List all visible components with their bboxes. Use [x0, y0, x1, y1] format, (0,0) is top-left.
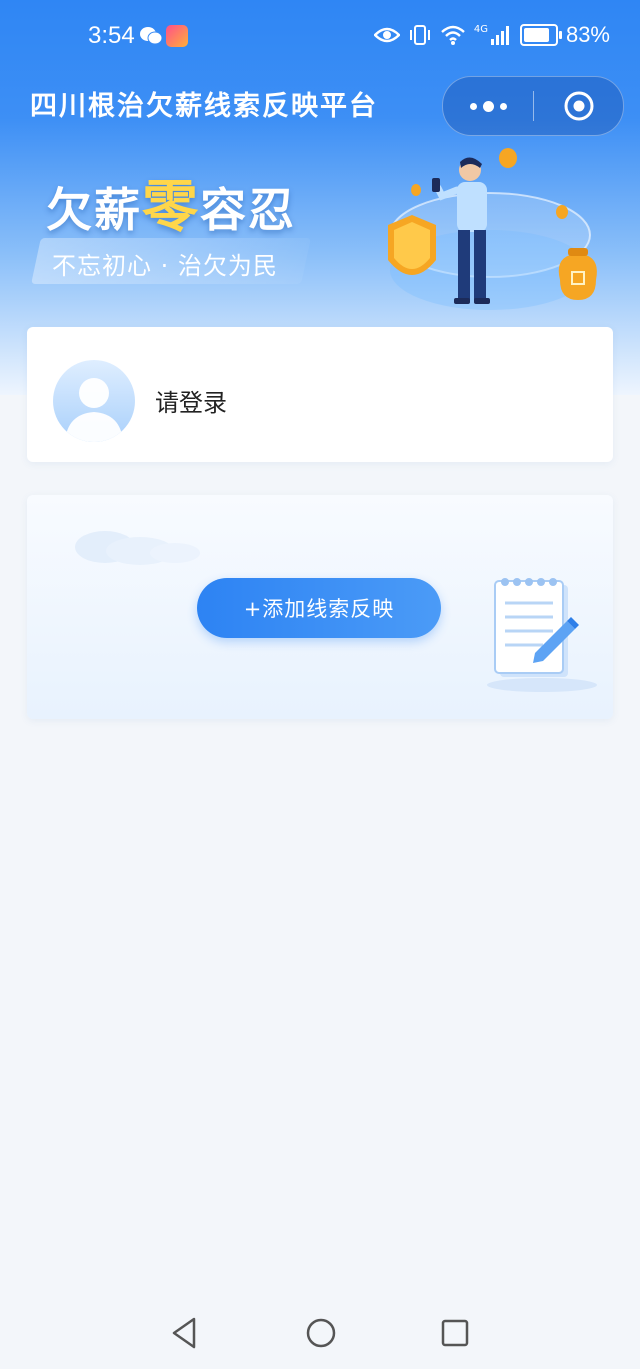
capsule-divider: [533, 91, 534, 121]
miniprogram-close-icon[interactable]: [563, 90, 595, 122]
signal-icon: [490, 26, 509, 45]
status-time: 3:54: [88, 22, 135, 49]
more-dot-right: [499, 102, 507, 110]
app-notification-icon: [166, 25, 188, 47]
recents-square-icon[interactable]: [440, 1316, 470, 1350]
add-clue-button[interactable]: +添加线索反映: [197, 578, 441, 638]
banner-title: 欠薪零容忍: [46, 162, 296, 243]
network-type: 4G: [473, 23, 488, 35]
vibrate-icon: [409, 25, 430, 45]
banner-title-highlight: 零: [142, 174, 200, 240]
home-circle-icon[interactable]: [305, 1316, 337, 1350]
banner-title-suffix: 容忍: [200, 183, 296, 237]
add-clue-card: +添加线索反映: [27, 495, 613, 719]
banner-title-prefix: 欠薪: [46, 183, 142, 237]
eye-icon: [373, 27, 400, 43]
back-triangle-icon[interactable]: [170, 1316, 198, 1350]
status-right: 4G 83%: [373, 22, 610, 48]
user-login-card[interactable]: 请登录: [27, 327, 613, 462]
page-title: 四川根治欠薪线索反映平台: [30, 91, 378, 122]
more-button[interactable]: [443, 77, 533, 135]
login-prompt[interactable]: 请登录: [155, 383, 227, 418]
more-dot-center: [482, 100, 494, 112]
user-avatar-icon: [53, 360, 135, 442]
miniprogram-capsule: [442, 76, 624, 136]
system-nav-bar: [0, 1300, 640, 1369]
battery-percent: 83%: [565, 22, 610, 47]
battery-level: [523, 28, 549, 42]
banner-illustration: [388, 148, 597, 310]
wifi-icon: [441, 25, 465, 45]
status-bar: 3:54 4G 83%: [0, 0, 640, 76]
banner-subtitle: 不忘初心 · 治欠为民: [52, 252, 278, 280]
wechat-icon: [140, 27, 162, 45]
cloud-decoration-icon: [75, 531, 200, 565]
battery-icon: [519, 24, 562, 46]
notepad-icon: [487, 578, 597, 692]
more-dots-icon: [469, 102, 477, 110]
